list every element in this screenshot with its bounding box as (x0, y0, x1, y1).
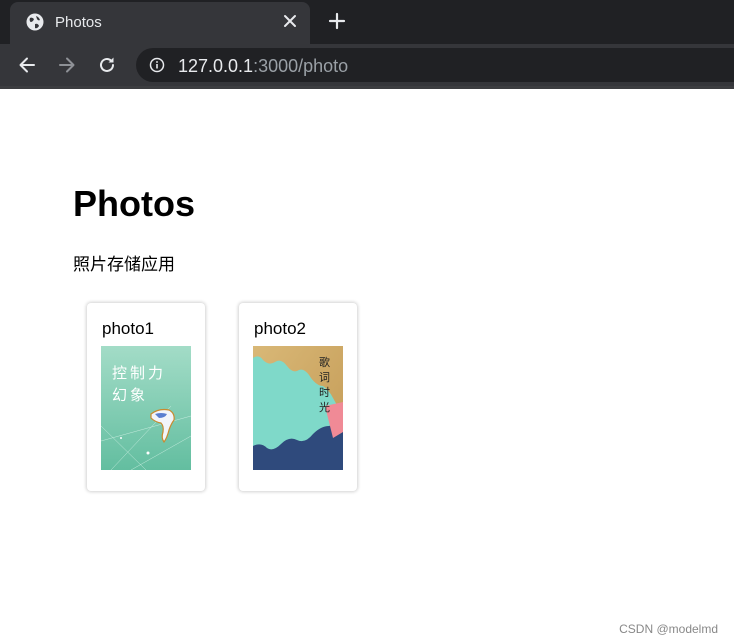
forward-icon[interactable] (57, 55, 77, 75)
photo2-art-text-2: 词 (319, 371, 330, 384)
photo1-art-text-line2: 幻象 (112, 386, 148, 404)
photo2-art-text-3: 时 (319, 386, 330, 399)
url-text: 127.0.0.1:3000/photo (178, 56, 348, 77)
photo1-art-text-line1: 控制力 (112, 364, 166, 382)
photo-card-title: photo2 (254, 319, 306, 338)
page-title: Photos (73, 183, 195, 224)
photo2-art-text-4: 光 (319, 400, 330, 414)
photo-card-photo2[interactable]: photo2 歌 词 时 光 (239, 303, 357, 491)
tab-strip: Photos (0, 0, 734, 44)
info-icon[interactable] (149, 57, 165, 73)
url-path: :3000/photo (253, 56, 349, 76)
photo-card-title: photo1 (102, 319, 154, 338)
tab-photos[interactable]: Photos (10, 2, 310, 44)
photo-thumbnail[interactable]: 控制力 幻象 (101, 346, 191, 470)
page-subtitle: 照片存储应用 (73, 255, 175, 274)
photo-card-photo1[interactable]: photo1 控制力 幻象 (87, 303, 205, 491)
browser-toolbar: 127.0.0.1:3000/photo (0, 44, 734, 86)
reload-icon[interactable] (97, 55, 117, 75)
globe-icon (26, 13, 44, 31)
back-icon[interactable] (17, 55, 37, 75)
new-tab-icon[interactable] (328, 12, 346, 30)
tab-title: Photos (55, 14, 102, 31)
toolbar-divider (0, 86, 734, 89)
photo-thumbnail[interactable]: 歌 词 时 光 (253, 346, 343, 470)
close-tab-icon[interactable] (282, 13, 298, 29)
photo2-art-text-1: 歌 (319, 355, 330, 369)
address-bar[interactable]: 127.0.0.1:3000/photo (136, 48, 734, 82)
url-host: 127.0.0.1 (178, 56, 254, 76)
watermark: CSDN @modelmd (619, 622, 718, 636)
